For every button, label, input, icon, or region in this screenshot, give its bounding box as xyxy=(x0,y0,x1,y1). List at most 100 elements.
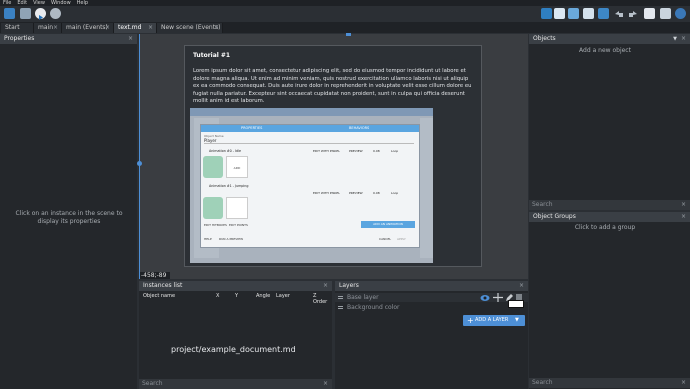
document-path: project/example_document.md xyxy=(171,345,296,354)
tab-label: main (Events) xyxy=(66,24,108,31)
col-z-order[interactable]: Z Order xyxy=(313,293,332,305)
inner-right-panel xyxy=(420,118,433,258)
close-icon[interactable]: × xyxy=(128,34,133,44)
animation-1-label: Animation #1 - Jumping xyxy=(209,184,249,188)
object-groups-panel: Object Groups × Click to add a group Sea… xyxy=(529,212,690,389)
debug-icon[interactable] xyxy=(50,8,61,19)
build-icon[interactable] xyxy=(20,8,31,19)
col-angle[interactable]: Angle xyxy=(256,293,270,299)
loop-label: Loop xyxy=(391,149,399,153)
move-icon[interactable] xyxy=(493,293,503,302)
inner-toolbar xyxy=(190,108,433,116)
layer-name[interactable]: Base layer xyxy=(347,293,379,302)
object-editor-dialog: PROPERTIES BEHAVIORS Object Name Player … xyxy=(200,124,420,248)
resize-handle[interactable] xyxy=(137,161,142,166)
tab-label: New scene (Events) xyxy=(161,24,221,31)
col-layer[interactable]: Layer xyxy=(276,293,290,299)
tab-new-scene-events[interactable]: New scene (Events) × xyxy=(157,23,223,33)
layers-header: Layers × xyxy=(335,281,528,291)
instances-search[interactable]: Search × xyxy=(139,379,332,389)
undo-icon[interactable] xyxy=(613,9,625,19)
scene-guide-line xyxy=(139,34,140,279)
close-icon[interactable]: × xyxy=(148,23,153,33)
properties-icon[interactable] xyxy=(660,8,671,19)
layer-row[interactable]: Base layer xyxy=(335,293,528,302)
col-x[interactable]: X xyxy=(216,293,219,299)
instances-panel: Instances list × Object name X Y Angle L… xyxy=(139,281,332,389)
layer-row[interactable]: Background color xyxy=(335,300,528,312)
objects-panel: Objects ▼ × Add a new object Search × xyxy=(529,34,690,210)
close-icon[interactable]: × xyxy=(323,281,328,291)
redo-icon[interactable] xyxy=(627,9,639,19)
panel-title: Object Groups xyxy=(533,213,576,220)
panel-title: Objects xyxy=(533,35,556,42)
close-icon[interactable]: × xyxy=(681,378,686,388)
panel-title: Properties xyxy=(4,35,35,42)
layer-name[interactable]: Background color xyxy=(347,303,399,312)
piskel-button-2: EDIT WITH PISKEL xyxy=(313,191,340,195)
layers-editor-icon[interactable] xyxy=(554,8,565,19)
tutorial-body: Lorem ipsum dolor sit amet, consectetur … xyxy=(193,68,472,105)
add-object-button[interactable]: Add a new object xyxy=(529,47,681,55)
preview-button-2: PREVIEW xyxy=(349,191,363,195)
tab-main-events[interactable]: main (Events) × xyxy=(62,23,114,33)
col-y[interactable]: Y xyxy=(235,293,238,299)
close-icon[interactable]: × xyxy=(53,23,58,33)
edit-icon[interactable] xyxy=(568,8,579,19)
close-icon[interactable]: × xyxy=(105,23,110,33)
object-groups-header: Object Groups × xyxy=(529,212,690,222)
close-icon[interactable]: × xyxy=(323,379,328,389)
resize-handle-top[interactable] xyxy=(346,33,351,36)
tab-properties: PROPERTIES xyxy=(241,126,263,130)
close-icon[interactable]: × xyxy=(681,212,686,222)
preview-button: PREVIEW xyxy=(349,149,363,153)
speed-value: 0.08 xyxy=(373,149,380,153)
add-frame-button: ADD xyxy=(226,156,248,178)
cursor-coordinates: -458;-89 xyxy=(140,272,170,279)
chevron-down-icon[interactable]: ▼ xyxy=(515,315,519,326)
groups-search[interactable]: Search × xyxy=(529,378,690,388)
speed-value-2: 0.08 xyxy=(373,191,380,195)
toolbar xyxy=(0,6,690,22)
account-icon[interactable] xyxy=(675,8,686,19)
add-layer-label: ADD A LAYER xyxy=(475,317,509,323)
tutorial-title: Tutorial #1 xyxy=(193,52,231,59)
apply-button: APPLY xyxy=(397,237,406,241)
objects-panel-header: Objects ▼ × xyxy=(529,34,690,44)
chevron-down-icon[interactable]: ▼ xyxy=(673,34,677,44)
tab-label: main xyxy=(38,24,53,31)
properties-panel: Properties × Click on an instance in the… xyxy=(0,34,137,389)
eye-icon[interactable] xyxy=(480,294,490,302)
close-icon[interactable]: × xyxy=(214,23,219,33)
objects-search[interactable]: Search × xyxy=(529,200,690,210)
zoom-icon[interactable] xyxy=(598,8,609,19)
search-placeholder: Search xyxy=(142,380,163,387)
close-icon[interactable]: × xyxy=(681,200,686,210)
tutorial-screenshot: PROPERTIES BEHAVIORS Object Name Player … xyxy=(190,108,433,263)
project-manager-icon[interactable] xyxy=(4,8,15,19)
close-icon[interactable]: × xyxy=(519,281,524,291)
object-name-field: Player xyxy=(204,138,414,144)
preview-play-icon[interactable] xyxy=(35,8,46,20)
tab-label: text.md xyxy=(118,24,142,31)
drag-handle-icon[interactable] xyxy=(338,306,343,307)
instances-list-icon[interactable] xyxy=(644,8,655,19)
tab-main[interactable]: main × xyxy=(34,23,62,33)
layers-panel: Layers × Base layer Background color xyxy=(335,281,528,389)
tab-behaviors: BEHAVIORS xyxy=(349,126,370,130)
col-object-name[interactable]: Object name xyxy=(143,293,175,299)
search-placeholder: Search xyxy=(532,201,553,208)
close-icon[interactable]: × xyxy=(681,34,686,44)
tab-text-md[interactable]: text.md × xyxy=(114,23,157,33)
background-color-swatch[interactable] xyxy=(508,300,524,308)
add-group-button[interactable]: Click to add a group xyxy=(529,224,681,232)
drag-handle-icon[interactable] xyxy=(338,296,343,297)
tab-bar: Start Page main× main (Events)× text.md×… xyxy=(0,22,690,41)
add-frame-button-2 xyxy=(226,197,248,219)
help-button: HELP xyxy=(204,237,212,241)
grid-icon[interactable] xyxy=(583,8,594,19)
tab-start-page[interactable]: Start Page xyxy=(1,23,34,41)
object-editor-icon[interactable] xyxy=(541,8,552,19)
add-animation-button: ADD AN ANIMATION xyxy=(361,221,415,228)
add-layer-button[interactable]: + ADD A LAYER ▼ xyxy=(463,315,525,326)
